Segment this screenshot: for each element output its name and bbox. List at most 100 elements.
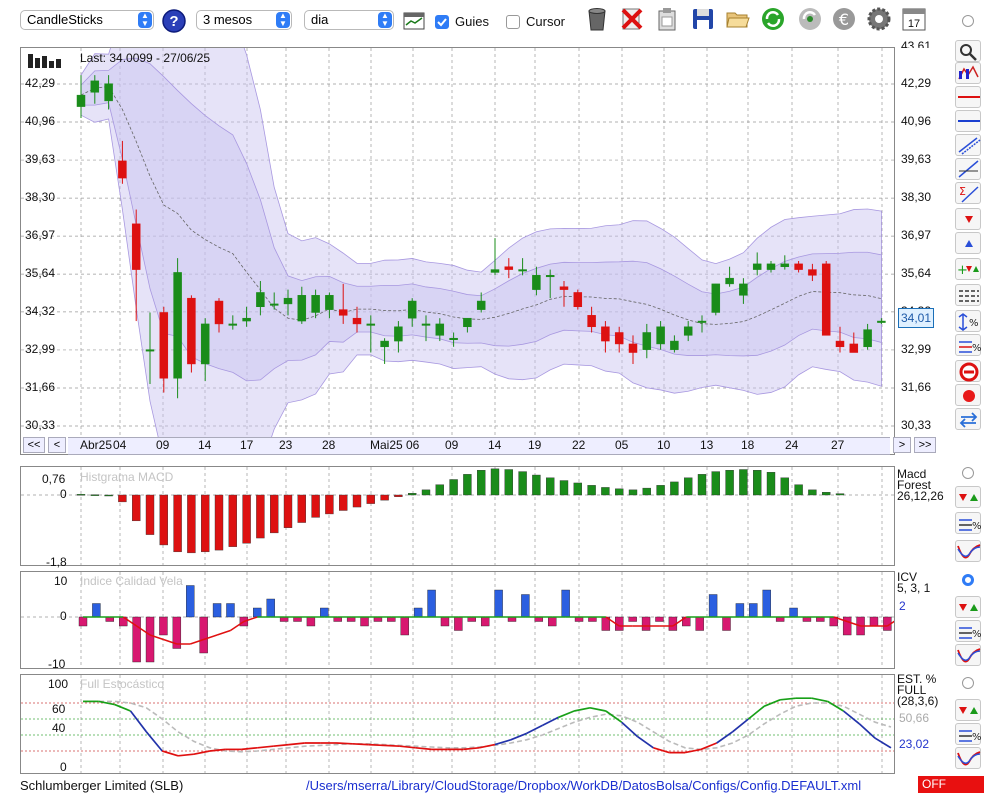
lines-percent-icv-icon[interactable]: % [955,620,982,642]
curve-icv-icon[interactable] [955,644,981,666]
arrows-icv-icon[interactable] [955,596,981,618]
icv-ytick-top: 10 [54,574,68,588]
x-tick-label: 06 [406,438,420,452]
icv-bar [159,616,168,636]
svg-text:%: % [972,343,982,354]
refresh-icon[interactable] [760,6,786,32]
interval-select-value: dia [311,12,329,27]
stoch-k-segment [383,744,400,748]
period-select[interactable]: 3 mesos ▲ ▼ [196,10,292,30]
icv-bar [78,616,88,627]
candle-body [490,269,500,273]
status-off-badge[interactable]: OFF [918,776,984,793]
stoch-k-segment [589,706,606,712]
clipboard-icon[interactable] [654,6,680,32]
arrow-down-red-icon[interactable] [955,208,981,230]
macd-bar [76,494,86,496]
x-tick-label: 04 [113,438,127,452]
nav-last-button[interactable]: >> [914,437,936,453]
icv-bar [226,603,235,618]
y-tick-label: 31,66 [25,379,56,394]
macd-bar [408,493,417,496]
svg-text:+: + [957,263,968,278]
reload-icon[interactable] [797,6,823,32]
lines-percent-icon[interactable]: % [955,334,982,356]
icv-bar [789,607,798,618]
x-tick-label: 09 [445,438,459,452]
record-icon[interactable] [955,384,981,406]
guies-checkbox[interactable] [435,15,449,29]
arrows-macd-icon[interactable] [955,486,981,508]
arrow-up-blue-icon[interactable] [955,232,981,254]
y-tick-label: 40,96 [901,114,932,129]
range-percent-icon[interactable]: % [955,310,981,332]
add-arrows-icon[interactable]: + [955,258,981,280]
macd-bar [200,494,210,553]
candle-body [821,263,831,336]
svg-text:?: ? [169,13,178,30]
icv-bar [480,616,490,627]
nav-next-button[interactable]: > [893,437,911,453]
open-folder-icon[interactable] [725,6,751,32]
parallel-channel-icon[interactable] [955,134,981,156]
calendar-icon[interactable]: 17 [901,6,927,32]
sigma-trend-icon[interactable]: Σ [955,182,981,204]
icv-panel-radio[interactable] [962,574,974,586]
y-tick-label: 43,61 [901,39,932,48]
curve-macd-icon[interactable] [955,540,981,562]
macd-bar [131,494,141,522]
macd-panel-radio[interactable] [962,467,974,479]
delete-icon[interactable] [619,6,645,32]
no-entry-icon[interactable] [955,360,981,382]
stoch-panel-radio[interactable] [962,677,974,689]
macd-bar [394,494,403,497]
icv-bar [454,616,463,631]
lines-percent-stoch-icon[interactable]: % [955,723,982,745]
trash-icon[interactable] [584,6,610,32]
x-axis-strip [68,437,890,455]
macd-bar [504,469,513,496]
candle-body [269,303,279,306]
stoch-k-segment [177,753,194,757]
grid-lines-icon[interactable] [955,284,981,306]
nav-prev-button[interactable]: < [48,437,66,453]
stoch-right-label: EST. % FULL (28,3,6) [897,673,938,707]
euro-icon[interactable]: € [831,6,857,32]
macd-bar [352,494,362,508]
macd-bar [228,494,238,547]
horizontal-line-blue-icon[interactable] [955,110,981,132]
save-icon[interactable] [690,6,716,32]
curve-stoch-icon[interactable] [955,747,981,769]
zoom-icon[interactable] [955,40,981,62]
macd-bar [615,488,624,496]
lines-percent-macd-icon[interactable]: % [955,512,982,534]
gear-icon[interactable] [866,6,892,32]
icv-bar [266,598,275,618]
help-icon[interactable]: ? [161,8,187,34]
cursor-checkbox[interactable] [506,15,520,29]
icv-bar [413,607,423,618]
macd-bar [794,484,803,496]
icv-bar [749,603,758,618]
nav-first-button[interactable]: << [23,437,45,453]
candle-body [118,160,127,179]
chart-type-icon[interactable] [955,62,981,84]
icv-bar [306,616,316,627]
trendline-icon[interactable] [955,158,981,180]
main-panel-radio[interactable] [962,15,974,27]
macd-ytick-zero: 0 [60,487,67,501]
config-path[interactable]: /Users/mserra/Library/CloudStorage/Dropb… [306,778,861,793]
stoch-k-segment [747,705,765,720]
arrows-stoch-icon[interactable] [955,699,981,721]
macd-bar [490,468,500,496]
macd-bar [477,470,486,496]
stoch-k-segment [858,723,876,739]
symbol-select[interactable]: CandleSticks ▲ ▼ [20,10,154,30]
icv-bar [212,603,222,618]
calendar-grid-icon[interactable] [403,11,425,31]
candle-body [780,263,790,267]
swap-arrows-icon[interactable] [955,408,981,430]
horizontal-line-red-icon[interactable] [955,86,981,108]
y-tick-label: 36,97 [901,228,932,243]
interval-select[interactable]: dia ▲ ▼ [304,10,394,30]
